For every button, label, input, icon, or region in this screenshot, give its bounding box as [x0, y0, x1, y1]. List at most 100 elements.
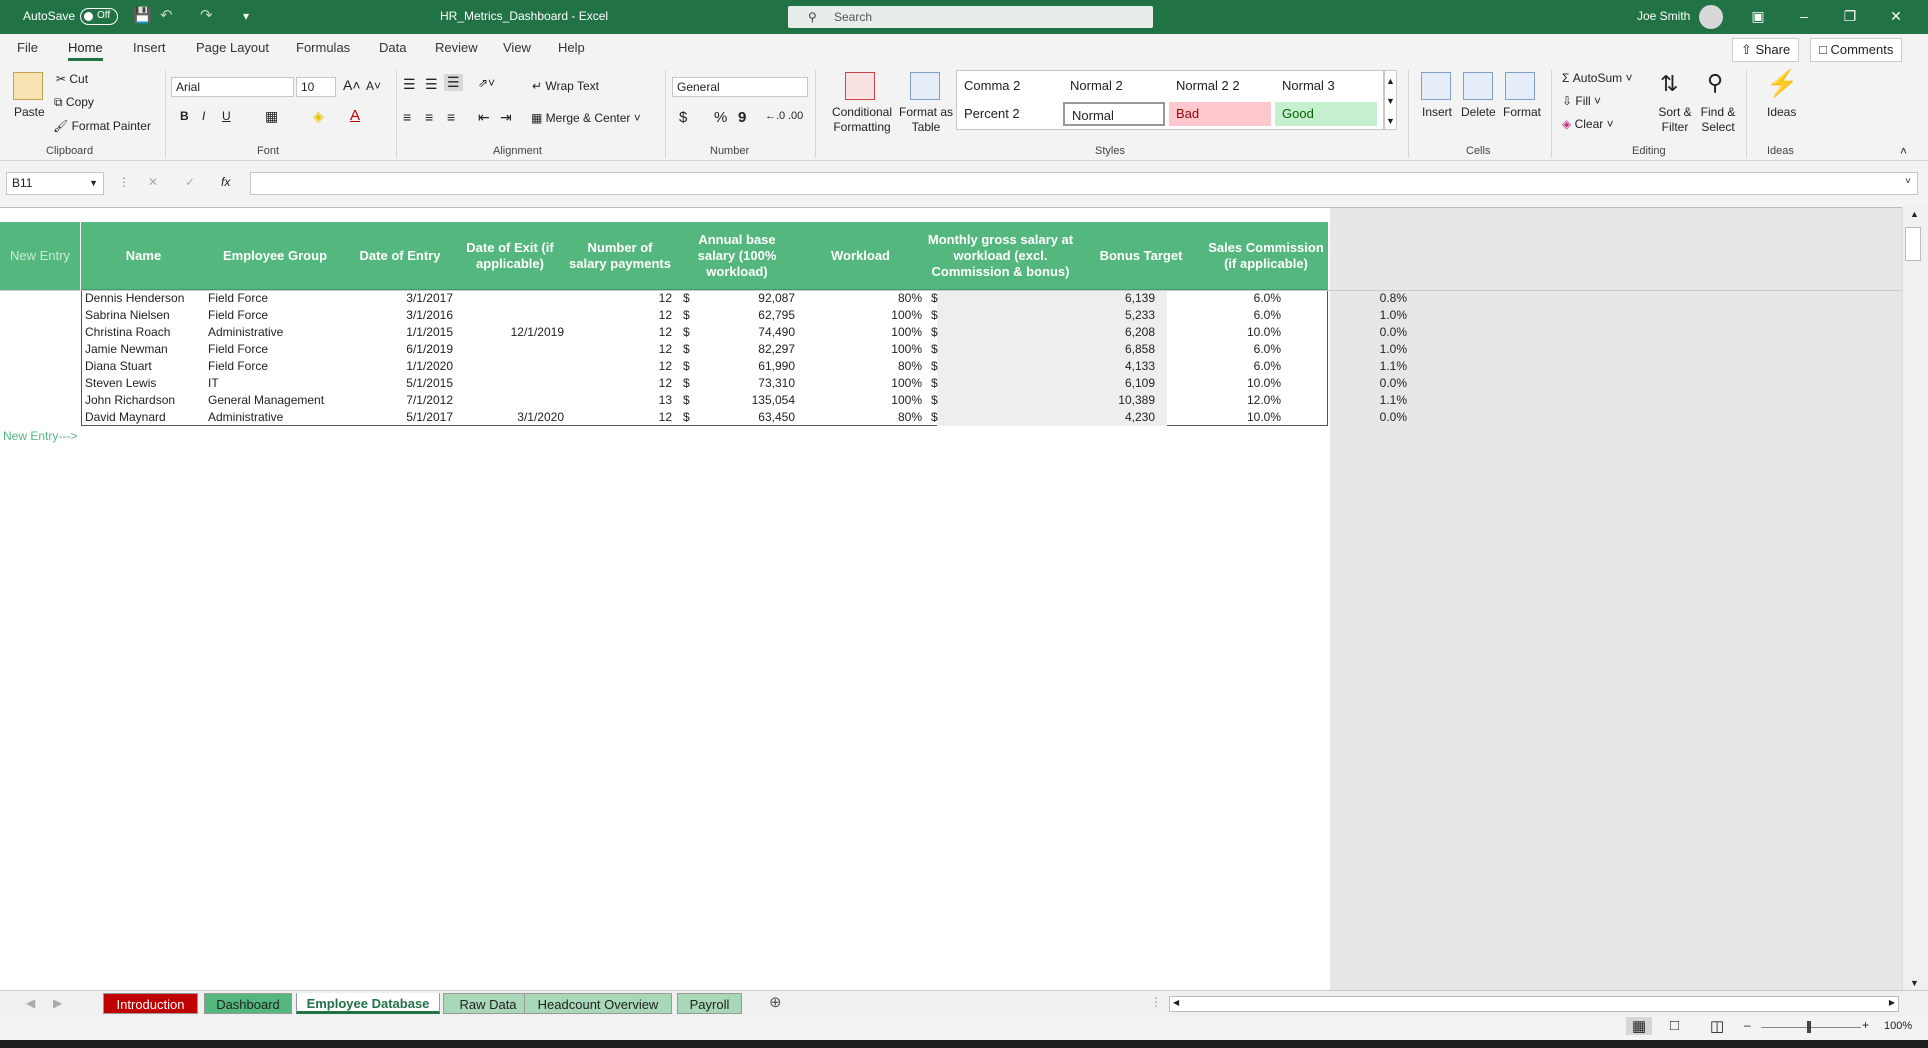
cell-annual-salary[interactable]: 92,087 [697, 290, 795, 307]
cut-button[interactable]: ✂ Cut [56, 72, 88, 86]
cell-employee-group[interactable]: IT [208, 375, 344, 392]
cell-salary-payments[interactable]: 12 [568, 358, 672, 375]
zoom-out-icon[interactable]: – [1744, 1018, 1751, 1032]
style-normal-2-2[interactable]: Normal 2 2 [1169, 74, 1271, 98]
delete-cells-icon[interactable] [1463, 72, 1493, 100]
conditional-formatting-icon[interactable] [845, 72, 875, 100]
page-layout-view-icon[interactable]: □ [1670, 1017, 1679, 1034]
increase-font-icon[interactable]: A˄ [343, 77, 361, 93]
cell-employee-group[interactable]: Field Force [208, 307, 344, 324]
cell-annual-salary[interactable]: 61,990 [697, 358, 795, 375]
cell-bonus-target[interactable]: 6.0% [1160, 341, 1281, 358]
align-bottom-icon[interactable]: ☰ [444, 74, 463, 91]
cell-currency[interactable]: $ [931, 409, 943, 426]
sheet-tab-payroll[interactable]: Payroll [677, 993, 742, 1014]
fill-button[interactable]: ⇩ Fill ˅ [1562, 94, 1601, 108]
font-size-select[interactable]: 10 [296, 77, 336, 97]
cell-bonus-target[interactable]: 10.0% [1160, 324, 1281, 341]
header-workload[interactable]: Workload [798, 222, 923, 290]
cell-date-of-entry[interactable]: 1/1/2020 [344, 358, 453, 375]
cell-currency[interactable]: $ [683, 409, 695, 426]
cell-currency[interactable]: $ [931, 358, 943, 375]
sheet-tab-raw-data[interactable]: Raw Data [443, 993, 533, 1014]
comments-button[interactable]: □ Comments [1810, 38, 1903, 62]
cell-currency[interactable]: $ [683, 358, 695, 375]
close-icon[interactable]: ✕ [1873, 0, 1919, 34]
cell-date-of-entry[interactable]: 5/1/2015 [344, 375, 453, 392]
increase-indent-icon[interactable]: ⇥ [500, 109, 512, 126]
cell-date-of-entry[interactable]: 3/1/2017 [344, 290, 453, 307]
cell-date-of-entry[interactable]: 3/1/2016 [344, 307, 453, 324]
sort-filter-icon[interactable]: ⇅ [1660, 71, 1678, 97]
tab-home[interactable]: Home [68, 40, 103, 61]
cell-date-of-exit[interactable]: 3/1/2020 [457, 409, 564, 426]
decrease-decimal-icon[interactable]: .00 [788, 110, 803, 122]
splitter-icon[interactable]: ⋮ [1150, 995, 1162, 1009]
cell-annual-salary[interactable]: 135,054 [697, 392, 795, 409]
cell-monthly-salary[interactable]: 6,109 [943, 375, 1155, 392]
cell-annual-salary[interactable]: 63,450 [697, 409, 795, 426]
cell-annual-salary[interactable]: 74,490 [697, 324, 795, 341]
user-name[interactable]: Joe Smith [1637, 0, 1690, 34]
cell-name[interactable]: Diana Stuart [85, 358, 205, 375]
style-normal[interactable]: Normal [1063, 102, 1165, 126]
font-color-icon[interactable]: A [350, 107, 360, 124]
scroll-left-icon[interactable]: ◀ [1173, 998, 1179, 1007]
cell-date-of-entry[interactable]: 1/1/2015 [344, 324, 453, 341]
borders-icon[interactable]: ▦ [265, 108, 278, 125]
autosave-toggle[interactable]: Off [80, 8, 118, 25]
cell-currency[interactable]: $ [931, 324, 943, 341]
ideas-button[interactable]: Ideas [1767, 105, 1796, 119]
formula-input[interactable]: ˅ [250, 172, 1918, 195]
restore-icon[interactable]: ❐ [1827, 0, 1873, 34]
cell-sales-commission[interactable]: 0.8% [1286, 290, 1407, 307]
format-cells-icon[interactable] [1505, 72, 1535, 100]
cell-bonus-target[interactable]: 6.0% [1160, 290, 1281, 307]
align-right-icon[interactable]: ≡ [447, 109, 455, 125]
cell-sales-commission[interactable]: 1.0% [1286, 341, 1407, 358]
new-entry-marker[interactable]: New Entry---> [3, 429, 77, 443]
format-button[interactable]: Format [1503, 105, 1541, 119]
italic-button[interactable]: I [202, 109, 205, 123]
enter-icon[interactable]: ✓ [185, 175, 195, 189]
decrease-indent-icon[interactable]: ⇤ [478, 109, 490, 126]
tab-file[interactable]: File [17, 40, 38, 55]
collapse-ribbon-icon[interactable]: ˄ [1900, 144, 1907, 158]
cell-currency[interactable]: $ [931, 392, 943, 409]
underline-button[interactable]: U [222, 109, 231, 123]
fill-color-icon[interactable]: ◈ [313, 108, 324, 125]
horizontal-scrollbar[interactable]: ◀ ▶ [1169, 996, 1899, 1012]
cell-sales-commission[interactable]: 0.0% [1286, 409, 1407, 426]
cell-bonus-target[interactable]: 10.0% [1160, 409, 1281, 426]
sheet-tab-employee-database[interactable]: Employee Database [296, 993, 440, 1014]
cell-sales-commission[interactable]: 1.1% [1286, 358, 1407, 375]
tab-page-layout[interactable]: Page Layout [196, 40, 269, 55]
cell-employee-group[interactable]: Administrative [208, 324, 344, 341]
cell-employee-group[interactable]: General Management [208, 392, 344, 409]
cell-sales-commission[interactable]: 1.1% [1286, 392, 1407, 409]
table-row[interactable]: David Maynard Administrative 5/1/2017 3/1/2… [82, 409, 1407, 426]
header-sales-commission[interactable]: Sales Commission (if applicable) [1204, 222, 1328, 290]
align-middle-icon[interactable]: ☰ [425, 76, 438, 93]
align-center-icon[interactable]: ≡ [425, 109, 433, 125]
cell-bonus-target[interactable]: 12.0% [1160, 392, 1281, 409]
insert-button[interactable]: Insert [1422, 105, 1452, 119]
ribbon-display-options-icon[interactable]: ▣ [1735, 0, 1781, 34]
undo-icon[interactable]: ↶ [160, 0, 173, 34]
cell-name[interactable]: Jamie Newman [85, 341, 205, 358]
styles-scroll[interactable]: ▲ ▼ ▼ [1384, 70, 1397, 130]
avatar[interactable] [1699, 5, 1723, 29]
cell-date-of-exit[interactable] [457, 375, 564, 392]
customize-toolbar-icon[interactable]: ▾ [243, 0, 249, 34]
cell-bonus-target[interactable]: 6.0% [1160, 307, 1281, 324]
cell-workload[interactable]: 100% [800, 307, 922, 324]
cell-employee-group[interactable]: Administrative [208, 409, 344, 426]
cell-date-of-entry[interactable]: 5/1/2017 [344, 409, 453, 426]
search-input[interactable]: ⚲ Search [788, 6, 1153, 28]
sheet-tab-headcount-overview[interactable]: Headcount Overview [524, 993, 672, 1014]
cell-workload[interactable]: 100% [800, 341, 922, 358]
cell-name[interactable]: Dennis Henderson [85, 290, 205, 307]
sort-filter-button[interactable]: Sort & Filter [1655, 105, 1695, 135]
share-button[interactable]: ⇧ Share [1732, 38, 1800, 62]
header-date-of-exit[interactable]: Date of Exit (if applicable) [456, 222, 564, 290]
